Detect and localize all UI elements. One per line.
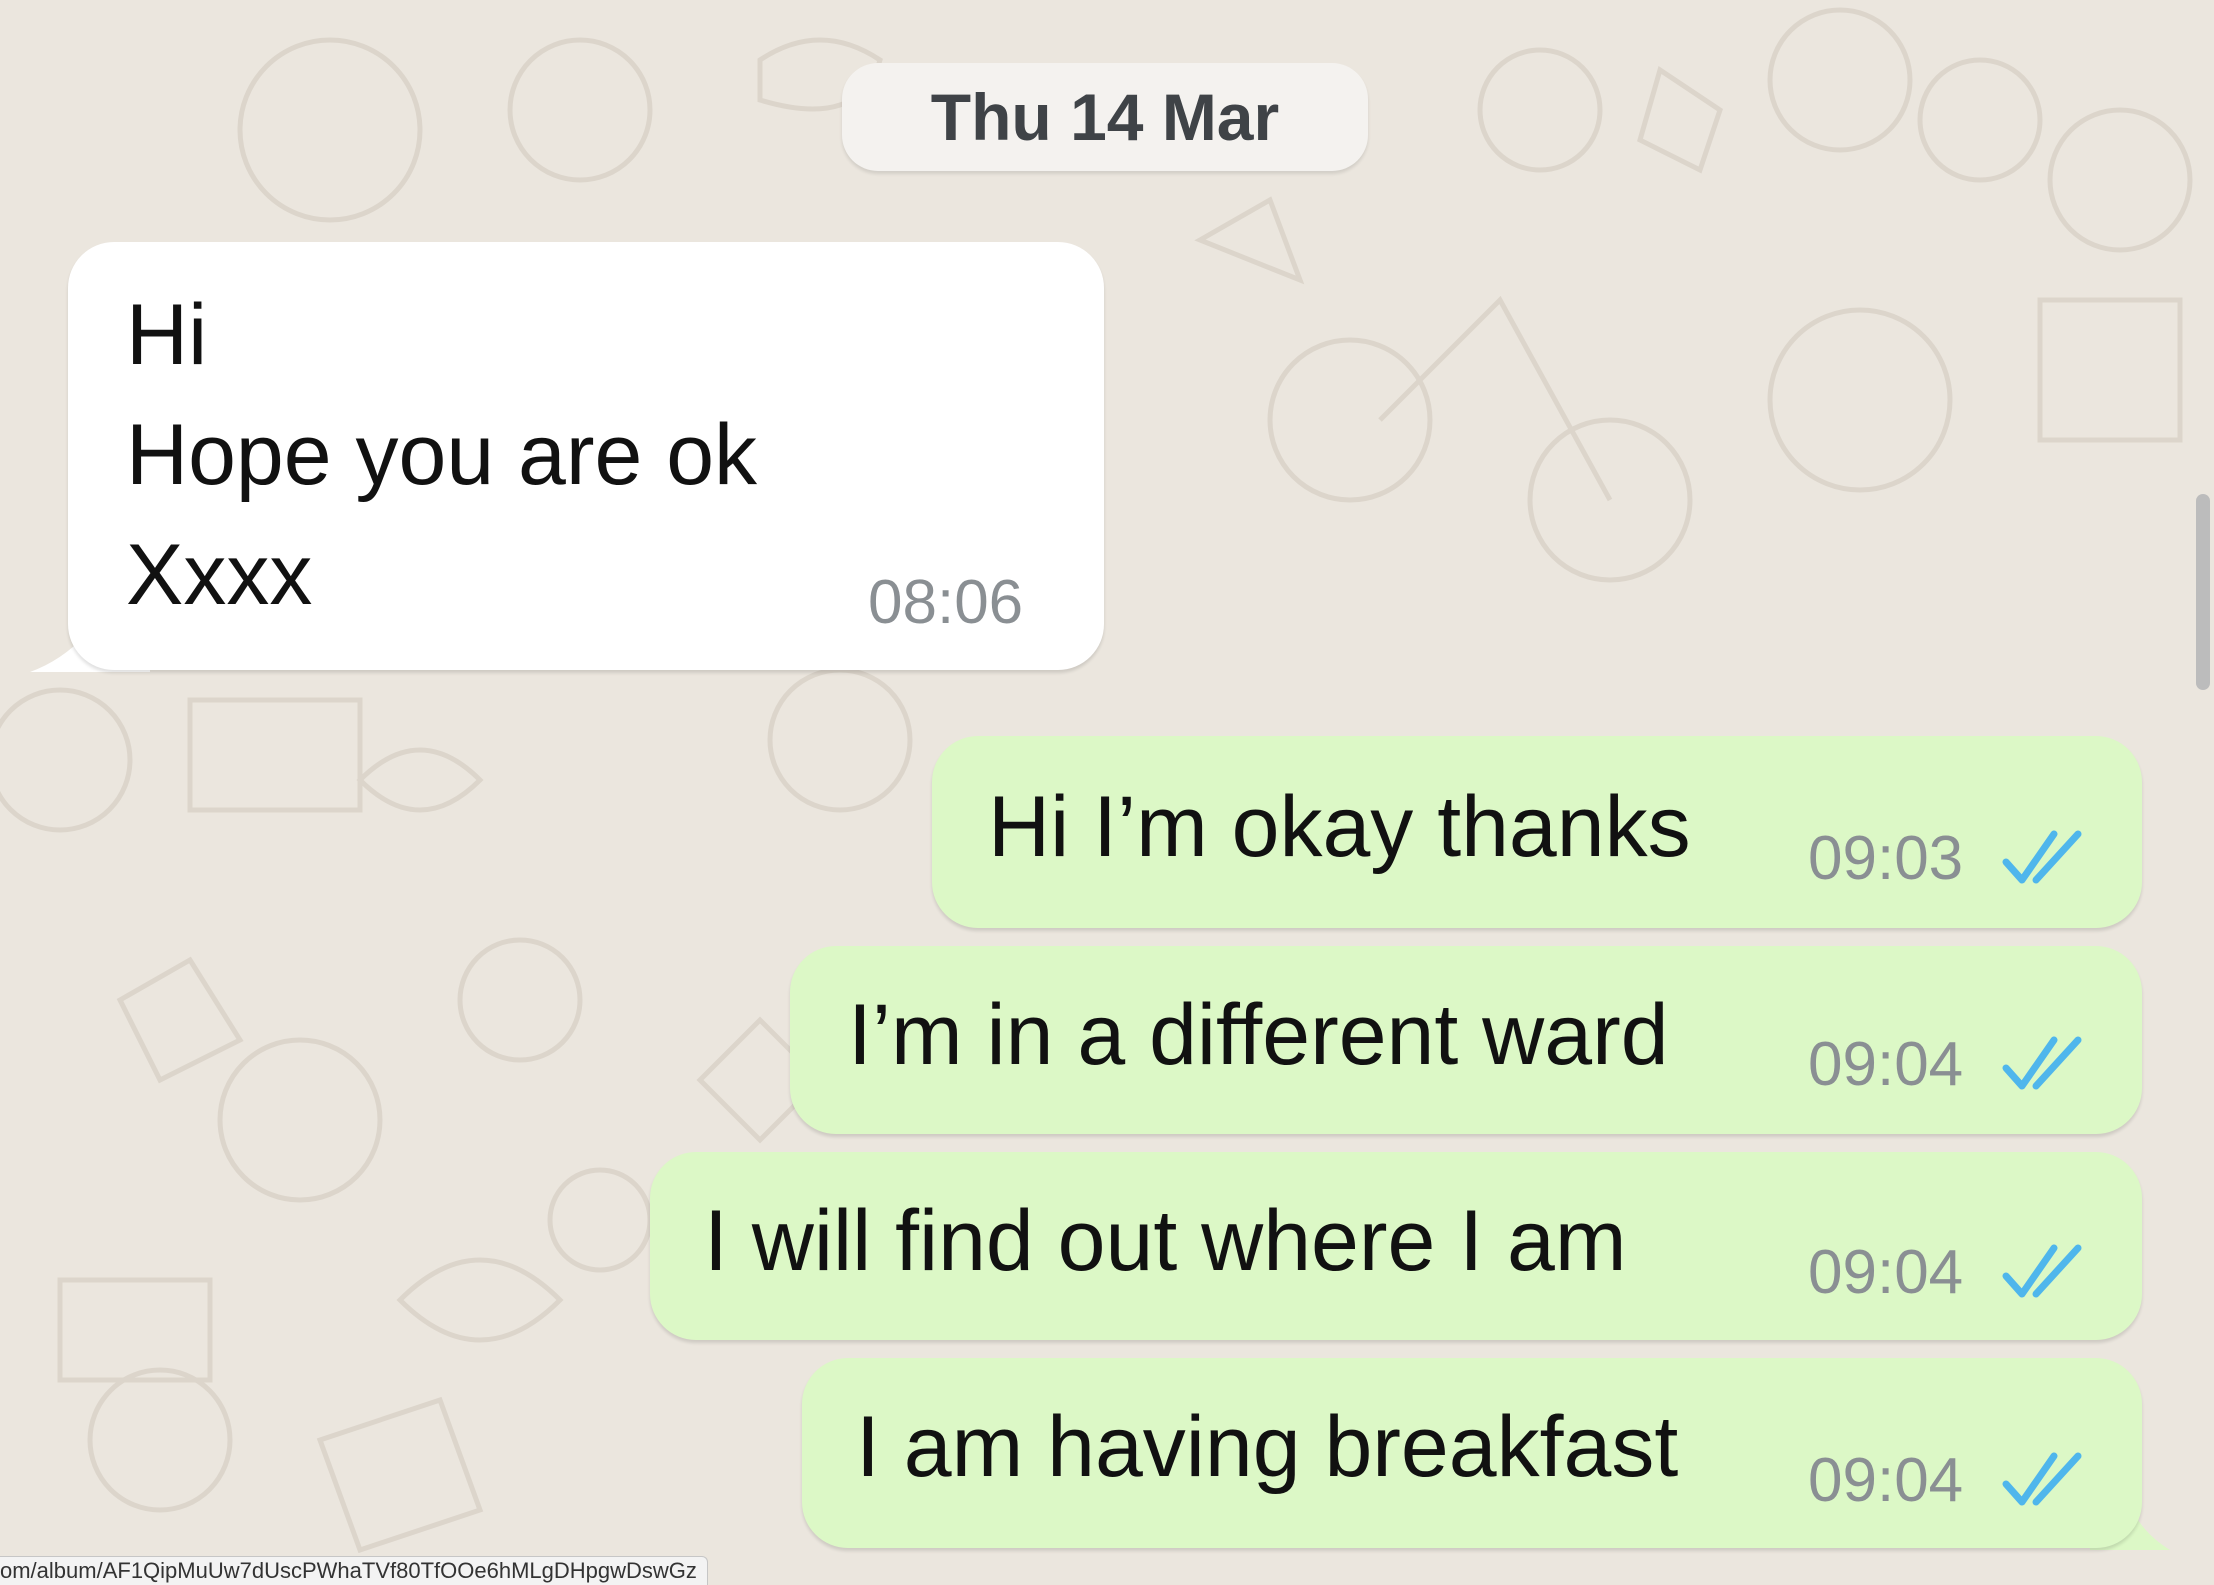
message-text: Hi I’m okay thanks — [988, 779, 1691, 875]
message-line: Hi — [126, 287, 208, 383]
status-bar-url: om/album/AF1QipMuUw7dUscPWhaTVf80TfOOe6h… — [0, 1556, 708, 1585]
message-line: Xxxx — [126, 527, 313, 623]
outgoing-message-bubble[interactable]: I will find out where I am 09:04 — [650, 1152, 2142, 1340]
double-check-icon — [2002, 1452, 2082, 1506]
outgoing-message-bubble[interactable]: I’m in a different ward 09:04 — [790, 946, 2142, 1134]
double-check-icon — [2002, 830, 2082, 884]
outgoing-message-bubble[interactable]: I am having breakfast 09:04 — [802, 1358, 2142, 1548]
message-text: I will find out where I am — [704, 1193, 1627, 1289]
double-check-icon — [2002, 1244, 2082, 1298]
date-separator: Thu 14 Mar — [842, 63, 1368, 171]
message-timestamp: 09:04 — [1808, 1446, 1964, 1515]
message-text: I’m in a different ward — [848, 987, 1669, 1083]
message-timestamp: 09:03 — [1808, 824, 1964, 893]
double-check-icon — [2002, 1036, 2082, 1090]
message-timestamp: 09:04 — [1808, 1030, 1964, 1099]
incoming-message-bubble[interactable]: Hi Hope you are ok Xxxx 08:06 — [68, 242, 1104, 670]
message-timestamp: 08:06 — [868, 568, 1024, 637]
scrollbar-thumb[interactable] — [2196, 494, 2210, 690]
message-timestamp: 09:04 — [1808, 1238, 1964, 1307]
message-line: Hope you are ok — [126, 407, 758, 503]
outgoing-message-bubble[interactable]: Hi I’m okay thanks 09:03 — [932, 736, 2142, 928]
message-text: I am having breakfast — [856, 1399, 1679, 1495]
